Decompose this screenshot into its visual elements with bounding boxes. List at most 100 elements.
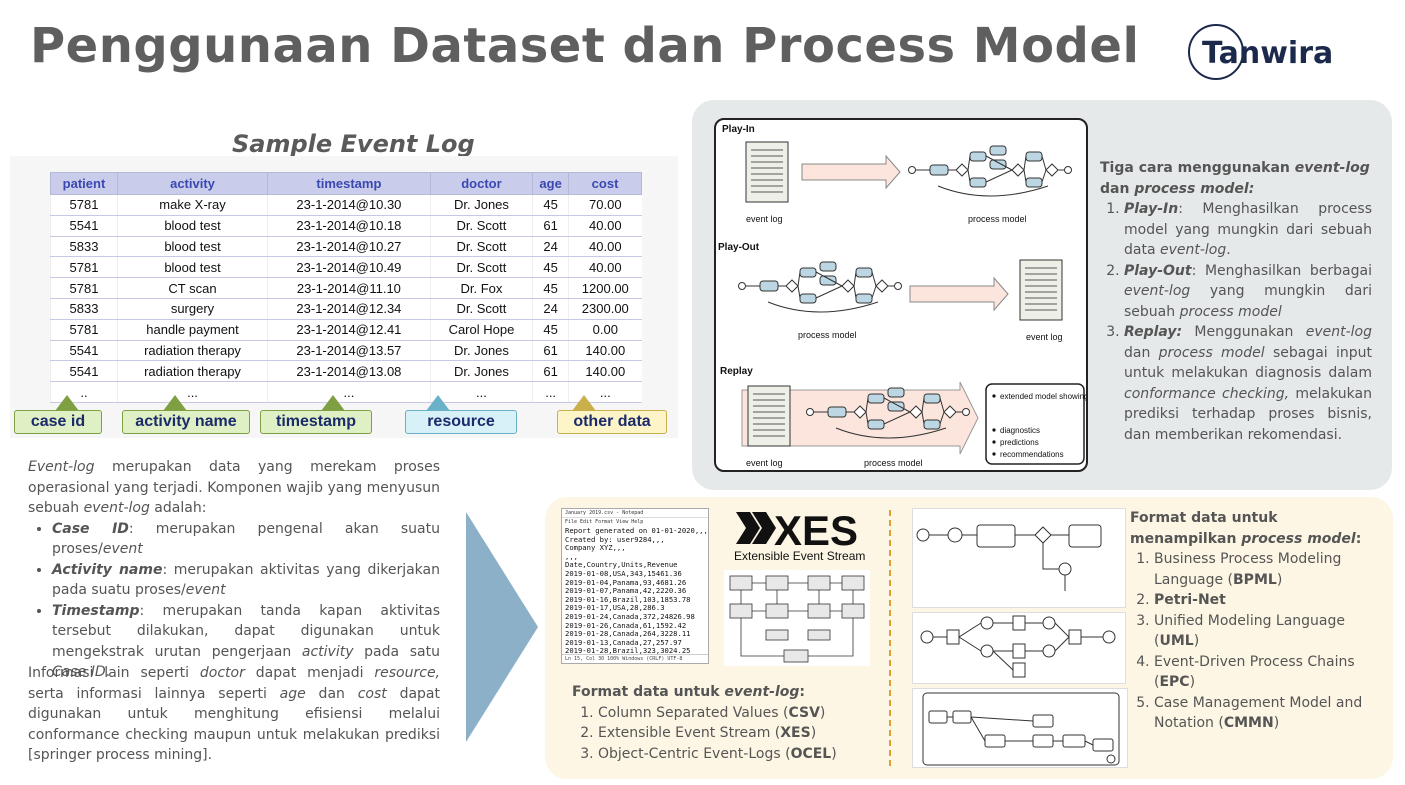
play-in-out-replay-diagram: Play-In event log process model Play-Out… — [714, 118, 1088, 472]
callout-label: timestamp — [275, 413, 357, 430]
text: ) — [819, 704, 826, 721]
csv-notepad-window: January 2019.csv - Notepad File Edit For… — [561, 508, 709, 664]
table-cell: 23-1-2014@10.30 — [267, 194, 431, 216]
table-cell: 24 — [532, 298, 569, 320]
text: . — [1226, 242, 1231, 258]
text-em: process model: — [1134, 180, 1255, 197]
process-model-format-heading: Format data untuk menampilkan process mo… — [1130, 508, 1380, 549]
table-cell: blood test — [116, 256, 268, 279]
list-item: Column Separated Values (CSV) — [598, 703, 872, 724]
event-log-label: event log — [1026, 332, 1063, 342]
replay-output-recommendations: recommendations — [1000, 450, 1064, 459]
play-in-label: Play-In — [722, 124, 755, 135]
text: serta informasi lainnya seperti — [28, 685, 280, 702]
table-cell: Dr. Scott — [429, 215, 533, 237]
event-log-format-heading: Format data untuk event-log: — [572, 682, 872, 703]
text-em: event-log — [724, 684, 800, 700]
required-components-list: Case ID: merupakan pengenal akan suatu p… — [52, 519, 440, 683]
text: adalah: — [149, 500, 207, 516]
text: Extensible Event Stream ( — [598, 725, 781, 741]
text: Format data untuk — [572, 684, 725, 700]
table-cell: 5541 — [50, 360, 118, 383]
table-cell: 2300.00 — [568, 298, 642, 320]
callout-label: activity name — [135, 413, 237, 430]
xes-subtitle: Extensible Event Stream — [734, 549, 865, 563]
table-cell: surgery — [116, 298, 268, 320]
usage-methods-text: Tiga cara menggunakan event-log dan proc… — [1100, 158, 1372, 445]
table-row: ................. — [50, 381, 642, 403]
format-abbrev: UML — [1159, 633, 1194, 649]
text-em: cost — [357, 685, 387, 702]
table-cell: Dr. Scott — [429, 256, 533, 279]
list-item: Unified Modeling Language (UML) — [1154, 611, 1380, 652]
table-cell: 24 — [532, 236, 569, 258]
event-log-label: event log — [746, 458, 783, 468]
text: ) — [1276, 571, 1283, 588]
text: pada satu — [353, 643, 440, 660]
format-abbrev: XES — [780, 725, 811, 741]
term: Play-Out — [1124, 262, 1192, 279]
event-log-table: patient activity timestamp doctor age co… — [50, 172, 642, 403]
table-cell: 5541 — [50, 215, 118, 237]
table-cell: 5541 — [50, 340, 118, 362]
list-item: Business Process Modeling Language (BPML… — [1154, 549, 1380, 590]
replay-output-predictions: predictions — [1000, 438, 1039, 447]
list-item: Case Management Model and Notation (CMMN… — [1154, 693, 1380, 734]
callout-pointer — [572, 395, 596, 411]
xes-schema-graphic — [729, 575, 865, 663]
diagram-svg: Play-In event log process model Play-Out… — [718, 124, 1086, 468]
process-model-format-list: Business Process Modeling Language (BPML… — [1154, 549, 1380, 734]
xes-logo: XES Extensible Event Stream — [730, 506, 870, 566]
table-row: 5781 handle payment 23-1-2014@12.41 Carol H… — [50, 319, 642, 341]
table-cell: 45 — [532, 277, 569, 299]
table-cell: 140.00 — [568, 360, 642, 383]
format-abbrev: OCEL — [790, 745, 832, 762]
callout-activity-name: activity name — [122, 395, 250, 434]
table-cell: 1200.00 — [568, 277, 642, 299]
text-em: process model — [1241, 530, 1356, 547]
other-information-paragraph: Informasi lain seperti doctor dapat menj… — [28, 663, 440, 766]
list-item: Event-Driven Process Chains (EPC) — [1154, 652, 1380, 693]
table-row: 5781 make X-ray 23-1-2014@10.30 Dr. Jones 45… — [50, 194, 642, 216]
text: : — [1355, 530, 1362, 547]
list-item: Activity name: merupakan aktivitas yang … — [52, 560, 440, 601]
xes-logo-graphic: XES Extensible Event Stream — [734, 507, 865, 563]
text-em: event-log — [1159, 242, 1227, 258]
text: dan — [305, 685, 358, 702]
sample-event-log-title: Sample Event Log — [232, 130, 475, 158]
format-abbrev: BPML — [1233, 571, 1277, 588]
text: ) — [1273, 715, 1280, 731]
table-cell: 23-1-2014@11.10 — [267, 277, 431, 299]
list-item: Play-Out: Menghasilkan berbagai event-lo… — [1124, 261, 1372, 323]
process-model-label: process model — [798, 330, 857, 340]
page-title: Penggunaan Dataset dan Process Model — [30, 18, 1140, 74]
text-em: event-log — [1294, 160, 1370, 176]
petri-net-graphic — [920, 615, 1116, 678]
table-cell: blood test — [116, 236, 268, 258]
table-cell: 5833 — [50, 236, 118, 258]
table-cell: Dr. Scott — [429, 236, 533, 258]
table-cell: CT scan — [116, 277, 268, 299]
replay-output-diagnostics: diagnostics — [1000, 426, 1040, 435]
big-right-arrow-icon — [466, 512, 538, 742]
callout-pointer — [55, 395, 79, 411]
table-cell: 5781 — [50, 277, 118, 299]
list-item: Case ID: merupakan pengenal akan suatu p… — [52, 519, 440, 560]
table-cell: 45 — [532, 194, 569, 216]
column-header: timestamp — [267, 172, 431, 195]
table-row: 5541 radiation therapy 23-1-2014@13.57 Dr. … — [50, 340, 642, 362]
text: : Menghasilkan berbagai — [1191, 262, 1372, 279]
table-cell: 40.00 — [568, 215, 642, 237]
table-row: 5833 surgery 23-1-2014@12.34 Dr. Scott 24 230… — [50, 298, 642, 320]
table-cell: radiation therapy — [116, 340, 268, 362]
text-em: event-log — [83, 500, 150, 516]
text-em: conformance checking, — [1124, 385, 1290, 402]
text-em: event-log — [1305, 324, 1372, 340]
tanwira-logo: Tanwira — [1188, 24, 1348, 84]
table-cell: 5781 — [50, 256, 118, 279]
event-log-description: Event-log merupakan data yang merekam pr… — [28, 457, 440, 683]
term: Timestamp — [52, 602, 140, 619]
format-abbrev: CMMN — [1223, 715, 1274, 731]
usage-methods-list: Play-In: Menghasilkan process model yang… — [1124, 199, 1372, 445]
table-cell: make X-ray — [116, 194, 268, 216]
